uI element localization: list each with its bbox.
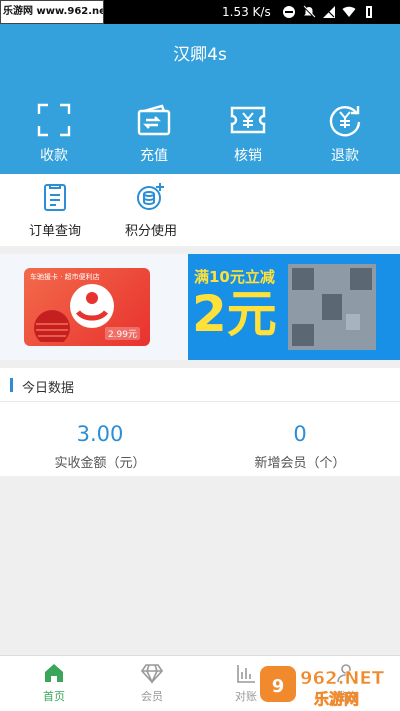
today-data-title: 今日数据 [22, 381, 75, 396]
notifications-off-icon [303, 5, 316, 18]
stat-new-members: 0 新增会员（个） [200, 422, 400, 471]
site-watermark-logo: 9 962.NET 乐游网 [260, 666, 385, 708]
received-amount-value: 3.00 [76, 422, 124, 446]
card-header-text: 车驰援卡 · 超市便利店 [30, 273, 100, 281]
status-bar: 乐游网 www.962.net 1.53 K/s [0, 0, 400, 24]
network-speed: 1.53 K/s [222, 5, 271, 19]
recharge-button[interactable]: 充值 [104, 102, 204, 165]
watermark-line1: 962.NET [300, 668, 385, 689]
recharge-label: 充值 [140, 148, 168, 164]
refund-button[interactable]: 退款 [295, 102, 395, 165]
tab-members-label: 会员 [141, 690, 163, 703]
page-title: 汉卿4s [173, 45, 227, 65]
promo-banner[interactable]: 车驰援卡 · 超市便利店 2.99元 满10元立减 2元 [0, 254, 400, 360]
today-data-header: 今日数据 [0, 368, 400, 402]
points-use-label: 积分使用 [124, 224, 177, 239]
ticket-icon [230, 106, 266, 134]
stat-received-amount: 3.00 实收金额（元） [0, 422, 200, 471]
promo-amount: 2元 [192, 285, 277, 343]
do-not-disturb-icon [283, 6, 295, 18]
diamond-icon [141, 664, 163, 684]
order-query-label: 订单查询 [28, 224, 81, 239]
banner-promo-area: 满10元立减 2元 [188, 254, 400, 360]
scan-icon [37, 103, 71, 137]
tab-home-label: 首页 [43, 690, 65, 703]
tab-home[interactable]: 首页 [4, 662, 104, 704]
new-members-value: 0 [293, 422, 307, 446]
header: 汉卿4s 收款 充值 核销 退款 [0, 24, 400, 174]
document-icon [44, 184, 66, 211]
battery-icon [366, 6, 372, 18]
source-watermark-text: 乐游网 www.962.net [0, 0, 104, 24]
tab-members[interactable]: 会员 [102, 662, 202, 704]
wifi-icon [342, 6, 356, 17]
promo-card-image: 车驰援卡 · 超市便利店 2.99元 [24, 268, 150, 346]
refund-label: 退款 [331, 148, 359, 164]
banner-card-area: 车驰援卡 · 超市便利店 2.99元 [0, 254, 188, 360]
points-use-button[interactable]: 积分使用 [108, 182, 194, 239]
secondary-actions: 订单查询 积分使用 [0, 174, 400, 246]
refund-icon [329, 106, 361, 137]
qr-code-image [288, 264, 376, 350]
verify-label: 核销 [234, 148, 262, 164]
section-accent-bar [10, 378, 13, 392]
collect-payment-button[interactable]: 收款 [4, 102, 104, 165]
order-query-button[interactable]: 订单查询 [12, 182, 98, 239]
new-members-label: 新增会员（个） [254, 456, 346, 471]
today-stats: 3.00 实收金额（元） 0 新增会员（个） [0, 402, 400, 476]
bar-chart-icon [237, 665, 255, 683]
wallet-icon [137, 104, 171, 136]
svg-text:9: 9 [272, 676, 285, 697]
received-amount-label: 实收金额（元） [54, 456, 146, 471]
card-price: 2.99元 [104, 327, 140, 340]
collect-payment-label: 收款 [40, 148, 68, 164]
home-icon [45, 664, 63, 682]
coins-icon [137, 183, 164, 210]
watermark-line2: 乐游网 [314, 690, 359, 708]
status-icons [282, 5, 376, 19]
signal-icon [323, 6, 335, 18]
verify-button[interactable]: 核销 [198, 102, 298, 165]
